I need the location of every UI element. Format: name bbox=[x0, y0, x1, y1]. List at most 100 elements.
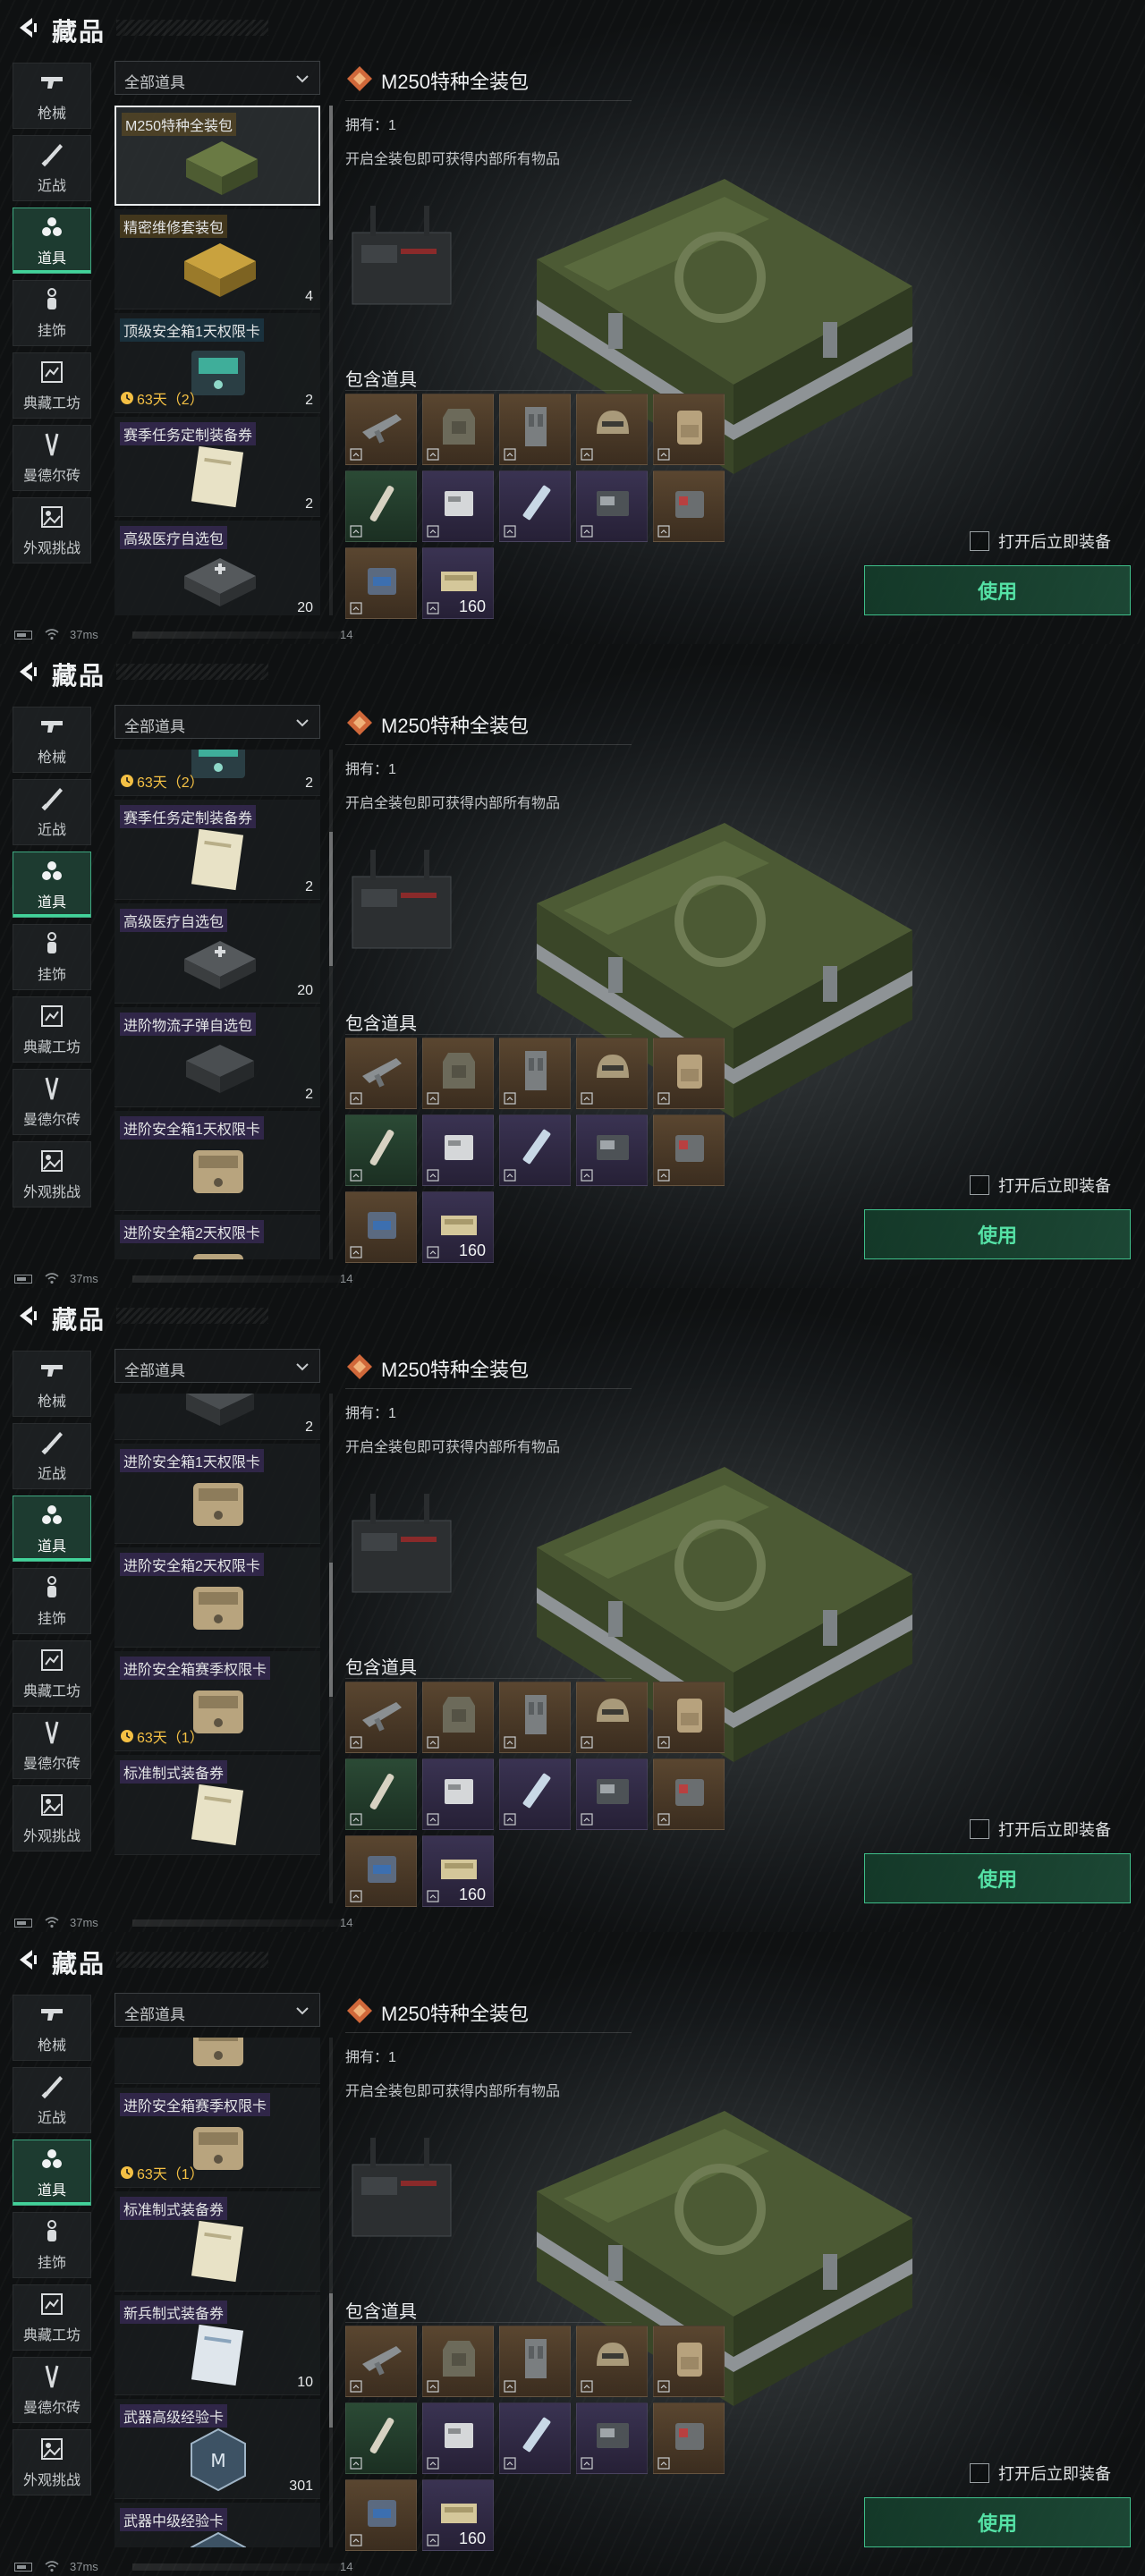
sidebar-item-gun[interactable]: 枪械 bbox=[13, 1351, 91, 1417]
content-tile[interactable] bbox=[499, 394, 571, 465]
list-item[interactable]: M武器中级经验卡 bbox=[114, 2503, 320, 2547]
sidebar-item-mandel-brick[interactable]: 曼德尔砖 bbox=[13, 1713, 91, 1779]
content-tile[interactable] bbox=[576, 1038, 648, 1109]
list-item[interactable]: 进阶安全箱2天权限卡 bbox=[114, 1547, 320, 1648]
content-tile[interactable]: 160 bbox=[422, 1191, 494, 1263]
content-tile[interactable] bbox=[345, 1758, 417, 1830]
content-tile[interactable] bbox=[345, 1682, 417, 1753]
content-tile[interactable] bbox=[653, 2402, 725, 2474]
list-item[interactable]: 精密维修套装包 4 bbox=[114, 209, 320, 309]
sidebar-item-appearance[interactable]: 外观挑战 bbox=[13, 1785, 91, 1852]
content-tile[interactable]: 160 bbox=[422, 2479, 494, 2551]
list-item[interactable]: 标准制式装备券 bbox=[114, 1755, 320, 1855]
equip-after-open[interactable]: 打开后立即装备 bbox=[970, 1174, 1111, 1197]
sidebar-item-workshop[interactable]: 典藏工坊 bbox=[13, 1640, 91, 1707]
list-item[interactable]: M 武器高级经验卡 301 bbox=[114, 2399, 320, 2499]
content-tile[interactable] bbox=[499, 1114, 571, 1186]
content-tile[interactable] bbox=[422, 1114, 494, 1186]
content-tile[interactable] bbox=[576, 1758, 648, 1830]
sidebar-item-workshop[interactable]: 典藏工坊 bbox=[13, 996, 91, 1063]
sidebar-item-items[interactable]: 道具 bbox=[13, 208, 91, 274]
content-tile[interactable] bbox=[422, 470, 494, 542]
equip-checkbox[interactable] bbox=[970, 531, 989, 551]
content-tile[interactable] bbox=[422, 2326, 494, 2397]
content-tile[interactable] bbox=[576, 470, 648, 542]
list-item[interactable]: 赛季任务定制装备券 2 bbox=[114, 417, 320, 517]
sidebar-item-charm[interactable]: 挂饰 bbox=[13, 2212, 91, 2278]
filter-dropdown[interactable]: 全部道具 bbox=[114, 1349, 320, 1383]
list-item[interactable]: 进阶安全箱1天权限卡 bbox=[114, 1111, 320, 1211]
filter-dropdown[interactable]: 全部道具 bbox=[114, 61, 320, 95]
list-item[interactable]: 高级医疗自选包 20 bbox=[114, 903, 320, 1004]
sidebar-item-gun[interactable]: 枪械 bbox=[13, 1995, 91, 2061]
equip-after-open[interactable]: 打开后立即装备 bbox=[970, 2462, 1111, 2485]
content-tile[interactable] bbox=[576, 2326, 648, 2397]
equip-checkbox[interactable] bbox=[970, 1175, 989, 1195]
list-scrollbar[interactable] bbox=[329, 106, 333, 615]
sidebar-item-mandel-brick[interactable]: 曼德尔砖 bbox=[13, 425, 91, 491]
content-tile[interactable] bbox=[653, 1758, 725, 1830]
sidebar-item-workshop[interactable]: 典藏工坊 bbox=[13, 352, 91, 419]
content-tile[interactable] bbox=[422, 2402, 494, 2474]
list-scrollbar[interactable] bbox=[329, 1394, 333, 1903]
sidebar-item-gun[interactable]: 枪械 bbox=[13, 63, 91, 129]
equip-after-open[interactable]: 打开后立即装备 bbox=[970, 1818, 1111, 1841]
item-list[interactable]: 进阶安全箱赛季权限卡 63天（1） 标准制式装备券 新兵制式装备券 10 M 武器高级经验卡… bbox=[114, 2038, 322, 2547]
sidebar-item-appearance[interactable]: 外观挑战 bbox=[13, 1141, 91, 1208]
content-tile[interactable] bbox=[576, 1114, 648, 1186]
scrollbar-thumb[interactable] bbox=[329, 2293, 333, 2428]
content-tile[interactable]: 160 bbox=[422, 1835, 494, 1907]
list-item[interactable]: M250特种全装包 bbox=[114, 106, 320, 206]
list-item[interactable]: 进阶物流子弹自选包2 bbox=[114, 1394, 320, 1440]
list-item[interactable]: 高级医疗自选包 20 bbox=[114, 521, 320, 615]
list-item[interactable] bbox=[114, 2038, 320, 2084]
content-tile[interactable] bbox=[345, 470, 417, 542]
list-item[interactable]: 赛季任务定制装备券 2 bbox=[114, 800, 320, 900]
content-tile[interactable] bbox=[499, 2326, 571, 2397]
sidebar-item-knife[interactable]: 近战 bbox=[13, 1423, 91, 1489]
sidebar-item-appearance[interactable]: 外观挑战 bbox=[13, 497, 91, 564]
list-item[interactable]: 标准制式装备券 bbox=[114, 2191, 320, 2292]
content-tile[interactable] bbox=[499, 1038, 571, 1109]
scrollbar-thumb[interactable] bbox=[329, 832, 333, 966]
content-tile[interactable] bbox=[653, 2326, 725, 2397]
content-tile[interactable] bbox=[345, 1114, 417, 1186]
sidebar-item-charm[interactable]: 挂饰 bbox=[13, 1568, 91, 1634]
back-icon[interactable] bbox=[14, 1302, 41, 1329]
back-icon[interactable] bbox=[14, 14, 41, 41]
scrollbar-thumb[interactable] bbox=[329, 1563, 333, 1697]
content-tile[interactable]: 160 bbox=[422, 547, 494, 619]
use-button[interactable]: 使用 bbox=[864, 1209, 1131, 1259]
content-tile[interactable] bbox=[345, 2402, 417, 2474]
content-tile[interactable] bbox=[345, 394, 417, 465]
sidebar-item-mandel-brick[interactable]: 曼德尔砖 bbox=[13, 1069, 91, 1135]
list-item[interactable]: 进阶物流子弹自选包2 bbox=[114, 1007, 320, 1107]
filter-dropdown[interactable]: 全部道具 bbox=[114, 705, 320, 739]
list-item[interactable]: 进阶安全箱2天权限卡 bbox=[114, 1215, 320, 1259]
content-tile[interactable] bbox=[345, 547, 417, 619]
list-item[interactable]: 进阶安全箱赛季权限卡 63天（1） bbox=[114, 1651, 320, 1751]
content-tile[interactable] bbox=[345, 1191, 417, 1263]
content-tile[interactable] bbox=[345, 1835, 417, 1907]
sidebar-item-appearance[interactable]: 外观挑战 bbox=[13, 2429, 91, 2496]
item-list[interactable]: M250特种全装包 精密维修套装包 4 顶级安全箱1天权限卡 63天（2） 2 赛季任务定制… bbox=[114, 106, 322, 615]
list-scrollbar[interactable] bbox=[329, 2038, 333, 2547]
content-tile[interactable] bbox=[422, 1682, 494, 1753]
sidebar-item-charm[interactable]: 挂饰 bbox=[13, 280, 91, 346]
scrollbar-thumb[interactable] bbox=[329, 106, 333, 240]
item-list[interactable]: 63天（2） 2 赛季任务定制装备券 2 高级医疗自选包 20 进阶物流子弹自选包 2 进阶安全… bbox=[114, 750, 322, 1259]
content-tile[interactable] bbox=[499, 2402, 571, 2474]
content-tile[interactable] bbox=[345, 2326, 417, 2397]
content-tile[interactable] bbox=[653, 1038, 725, 1109]
content-tile[interactable] bbox=[653, 1114, 725, 1186]
content-tile[interactable] bbox=[499, 470, 571, 542]
content-tile[interactable] bbox=[345, 1038, 417, 1109]
list-scrollbar[interactable] bbox=[329, 750, 333, 1259]
content-tile[interactable] bbox=[422, 394, 494, 465]
sidebar-item-items[interactable]: 道具 bbox=[13, 2140, 91, 2206]
content-tile[interactable] bbox=[576, 1682, 648, 1753]
list-item[interactable]: 顶级安全箱1天权限卡 63天（2） 2 bbox=[114, 313, 320, 413]
sidebar-item-charm[interactable]: 挂饰 bbox=[13, 924, 91, 990]
content-tile[interactable] bbox=[653, 394, 725, 465]
content-tile[interactable] bbox=[499, 1758, 571, 1830]
